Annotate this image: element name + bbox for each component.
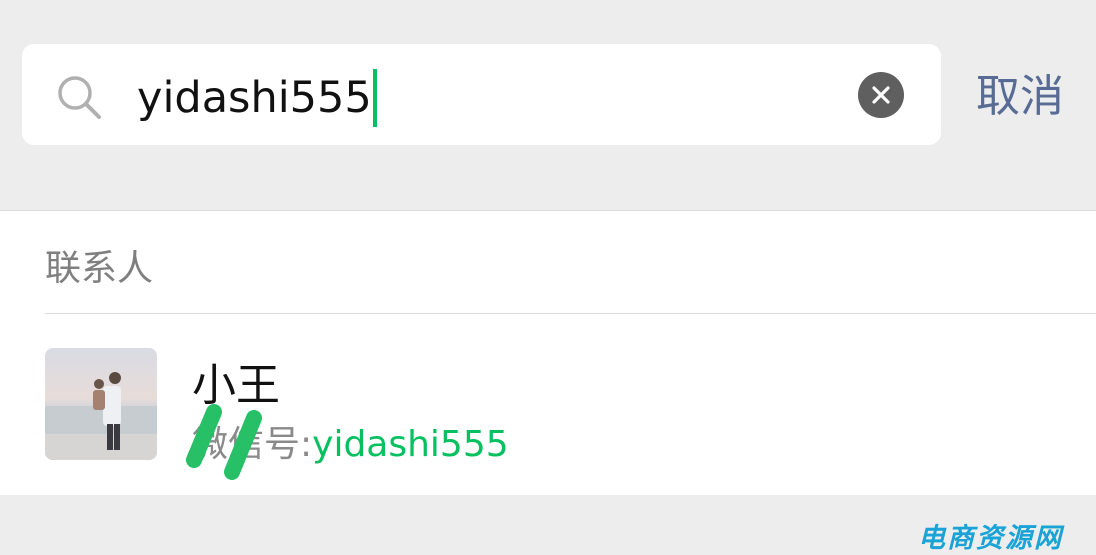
- censor-marks: [186, 404, 262, 480]
- search-icon: [55, 73, 103, 121]
- contact-avatar: [45, 348, 157, 460]
- search-input[interactable]: yidashi555: [137, 68, 377, 127]
- contact-result-row[interactable]: 小王 微信号:yidashi555: [0, 314, 1096, 495]
- search-results: 联系人 小王 微信号:yidashi555: [0, 210, 1096, 495]
- watermark-logo: 电商资源网: [918, 523, 1063, 554]
- search-query: yidashi555: [137, 73, 372, 123]
- clear-icon: [872, 86, 890, 104]
- section-label-contacts: 联系人: [45, 248, 154, 289]
- text-caret: [372, 68, 377, 127]
- wechat-id-match: yidashi555: [312, 424, 509, 465]
- cancel-button[interactable]: 取消: [976, 68, 1064, 126]
- clear-button[interactable]: [858, 72, 904, 118]
